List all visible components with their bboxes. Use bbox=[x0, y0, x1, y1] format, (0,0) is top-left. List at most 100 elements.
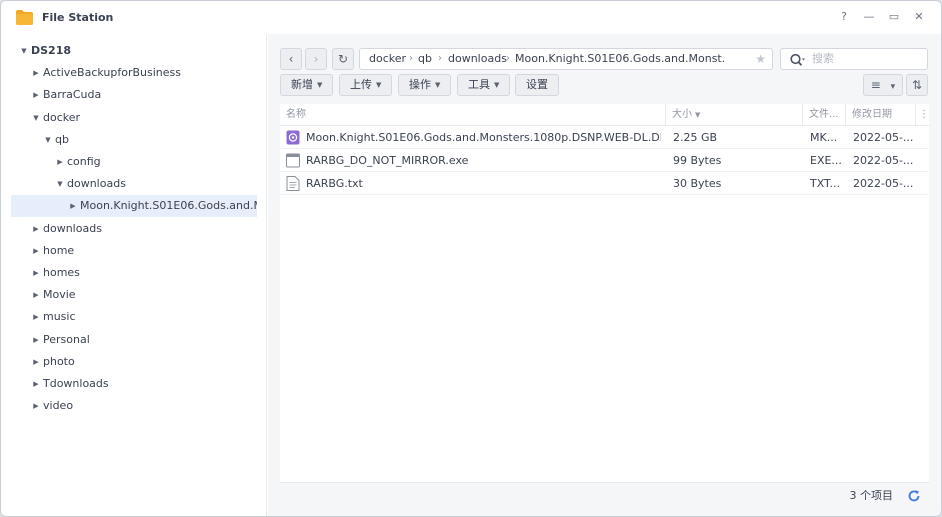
search-box[interactable]: 搜索 bbox=[780, 48, 928, 70]
file-name: Moon.Knight.S01E06.Gods.and.Monsters.108… bbox=[306, 131, 661, 144]
collapsed-arrow-icon[interactable]: ▶ bbox=[68, 195, 78, 217]
crumb-separator-icon: › bbox=[438, 53, 442, 64]
collapsed-arrow-icon[interactable]: ▶ bbox=[31, 306, 41, 328]
tree-item-label: qb bbox=[55, 132, 69, 146]
tools-button[interactable]: 工具 ▼ bbox=[457, 74, 511, 96]
collapsed-arrow-icon[interactable]: ▶ bbox=[31, 240, 41, 262]
tree-item[interactable]: ▶ BarraCuda bbox=[11, 84, 257, 106]
collapsed-arrow-icon[interactable]: ▶ bbox=[31, 395, 41, 417]
action-button[interactable]: 操作 ▼ bbox=[398, 74, 452, 96]
table-row[interactable]: Moon.Knight.S01E06.Gods.and.Monsters.108… bbox=[280, 126, 929, 149]
upload-button-label: 上传 bbox=[350, 78, 372, 91]
tree-item[interactable]: ▶ music bbox=[11, 306, 257, 328]
tools-button-label: 工具 bbox=[468, 78, 490, 91]
expanded-arrow-icon[interactable]: ▼ bbox=[19, 40, 29, 62]
file-size: 99 Bytes bbox=[673, 154, 722, 167]
main-panel: ‹ › ↻ docker › qb › downloads › Moon.Kni… bbox=[268, 34, 941, 516]
view-mode-button[interactable]: ≡ ▾ bbox=[863, 74, 903, 96]
tree-item-label: Moon.Knight.S01E06.Gods.and.Monsters.108… bbox=[80, 199, 257, 213]
favorite-star-icon[interactable]: ★ bbox=[755, 49, 766, 69]
collapsed-arrow-icon[interactable]: ▶ bbox=[31, 262, 41, 284]
collapsed-arrow-icon[interactable]: ▶ bbox=[31, 329, 41, 351]
refresh-list-icon[interactable] bbox=[907, 489, 921, 503]
crumb-downloads[interactable]: downloads bbox=[448, 49, 507, 69]
collapsed-arrow-icon[interactable]: ▶ bbox=[31, 62, 41, 84]
expanded-arrow-icon[interactable]: ▼ bbox=[43, 129, 53, 151]
path-bar[interactable]: docker › qb › downloads › Moon.Knight.S0… bbox=[359, 48, 773, 70]
tree-item-label: DS218 bbox=[31, 44, 72, 57]
tree-item-label: video bbox=[43, 399, 74, 413]
column-header-name[interactable]: 名称 bbox=[280, 104, 665, 126]
collapsed-arrow-icon[interactable]: ▶ bbox=[31, 218, 41, 240]
file-size: 2.25 GB bbox=[673, 131, 718, 144]
collapsed-arrow-icon[interactable]: ▶ bbox=[31, 284, 41, 306]
tree-item[interactable]: ▶Moon.Knight.S01E06.Gods.and.Monsters.10… bbox=[11, 195, 257, 218]
video-file-icon bbox=[286, 130, 300, 145]
table-row[interactable]: RARBG.txt 30 Bytes TXT... 2022-05-... bbox=[280, 172, 929, 195]
crumb-separator-icon: › bbox=[409, 53, 413, 64]
tree-item[interactable]: ▶ homes bbox=[11, 262, 257, 284]
action-button-label: 操作 bbox=[409, 78, 431, 91]
expanded-arrow-icon[interactable]: ▼ bbox=[55, 173, 65, 195]
table-row[interactable]: RARBG_DO_NOT_MIRROR.exe 99 Bytes EXE... 202… bbox=[280, 149, 929, 172]
file-type: TXT... bbox=[810, 177, 840, 190]
tree-item-label: Movie bbox=[43, 288, 76, 302]
collapsed-arrow-icon[interactable]: ▶ bbox=[31, 84, 41, 106]
title-bar[interactable]: File Station ? — ▭ ✕ bbox=[1, 1, 941, 34]
back-button[interactable]: ‹ bbox=[280, 48, 302, 70]
tree-item[interactable]: ▶ home bbox=[11, 240, 257, 262]
column-header-size[interactable]: 大小 ▼ bbox=[665, 104, 802, 126]
file-modified: 2022-05-... bbox=[853, 154, 914, 167]
upload-button[interactable]: 上传 ▼ bbox=[339, 74, 393, 96]
maximize-button[interactable]: ▭ bbox=[887, 10, 901, 24]
file-type: MK... bbox=[810, 131, 838, 144]
tree-item-label: docker bbox=[43, 110, 81, 124]
caret-down-icon: ▼ bbox=[317, 81, 323, 89]
column-header-modified[interactable]: 修改日期 bbox=[845, 104, 915, 126]
tree-item[interactable]: ▶ config bbox=[11, 151, 257, 173]
tree-item-label: Personal bbox=[43, 332, 90, 346]
collapsed-arrow-icon[interactable]: ▶ bbox=[55, 151, 65, 173]
folder-app-icon bbox=[16, 10, 33, 25]
tree-item[interactable]: ▶ Personal bbox=[11, 329, 257, 351]
crumb-qb[interactable]: qb bbox=[418, 49, 432, 69]
sort-button[interactable]: ⇅ bbox=[906, 74, 928, 96]
expanded-arrow-icon[interactable]: ▼ bbox=[31, 107, 41, 129]
file-name: RARBG_DO_NOT_MIRROR.exe bbox=[306, 154, 469, 167]
collapsed-arrow-icon[interactable]: ▶ bbox=[31, 351, 41, 373]
tree-item[interactable]: ▼ DS218 bbox=[11, 40, 257, 62]
help-button[interactable]: ? bbox=[837, 10, 851, 24]
refresh-icon: ↻ bbox=[337, 52, 349, 66]
tree-item[interactable]: ▼ qb bbox=[11, 129, 257, 151]
minimize-button[interactable]: — bbox=[862, 10, 876, 24]
tree-item[interactable]: ▶ video bbox=[11, 395, 257, 417]
window-title: File Station bbox=[42, 11, 114, 24]
tree-item[interactable]: ▶ Tdownloads bbox=[11, 373, 257, 395]
settings-button[interactable]: 设置 bbox=[515, 74, 559, 96]
column-header-type[interactable]: 文件... bbox=[802, 104, 845, 126]
file-type: EXE... bbox=[810, 154, 842, 167]
forward-button[interactable]: › bbox=[305, 48, 327, 70]
dropdown-icon: ▾ bbox=[890, 82, 896, 92]
tree-item-label: homes bbox=[43, 266, 80, 279]
tree-item[interactable]: ▶ photo bbox=[11, 351, 257, 373]
tree-item[interactable]: ▶ Movie bbox=[11, 284, 257, 306]
tree-item[interactable]: ▶ ActiveBackupforBusiness bbox=[11, 62, 257, 84]
folder-tree: ▼ DS218 ▶ ActiveBackupforBusiness ▶ BarraCuda… bbox=[1, 34, 267, 516]
new-button[interactable]: 新增 ▼ bbox=[280, 74, 334, 96]
column-options-icon[interactable]: ⋮ bbox=[915, 104, 929, 126]
tree-item[interactable]: ▼ downloads bbox=[11, 173, 257, 195]
file-modified: 2022-05-... bbox=[853, 131, 914, 144]
tree-item[interactable]: ▼ docker bbox=[11, 107, 257, 129]
crumb-docker[interactable]: docker bbox=[369, 49, 406, 69]
caret-down-icon: ▼ bbox=[494, 81, 500, 89]
crumb-current-folder[interactable]: Moon.Knight.S01E06.Gods.and.Monst... bbox=[515, 49, 725, 69]
caret-down-icon: ▼ bbox=[376, 81, 382, 89]
sort-icon: ⇅ bbox=[911, 78, 923, 92]
collapsed-arrow-icon[interactable]: ▶ bbox=[31, 373, 41, 395]
close-button[interactable]: ✕ bbox=[912, 10, 926, 24]
file-station-window: File Station ? — ▭ ✕ ▼ DS218 ▶ ActiveBackup… bbox=[0, 0, 942, 517]
search-input[interactable]: 搜索 bbox=[812, 49, 834, 69]
refresh-path-button[interactable]: ↻ bbox=[332, 48, 354, 70]
tree-item[interactable]: ▶ downloads bbox=[11, 218, 257, 240]
